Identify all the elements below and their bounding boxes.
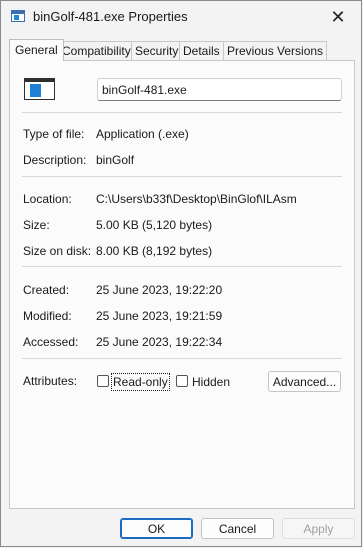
tab-previous-versions[interactable]: Previous Versions — [223, 41, 328, 60]
readonly-checkbox[interactable] — [97, 375, 109, 387]
window-title: binGolf-481.exe Properties — [33, 9, 188, 24]
separator — [22, 112, 342, 113]
location-label: Location: — [23, 192, 72, 206]
tab-general[interactable]: General — [9, 39, 64, 61]
description-value: binGolf — [96, 153, 135, 167]
advanced-button[interactable]: Advanced... — [268, 371, 341, 392]
close-icon[interactable]: ✕ — [315, 1, 361, 33]
size-on-disk-label: Size on disk: — [23, 244, 92, 258]
separator — [22, 266, 342, 267]
general-tab-panel: Type of file: Application (.exe) Descrip… — [9, 60, 355, 509]
hidden-checkbox[interactable] — [176, 375, 188, 387]
cancel-button[interactable]: Cancel — [201, 518, 274, 539]
tab-security[interactable]: Security — [131, 41, 183, 60]
separator — [22, 358, 342, 359]
created-value: 25 June 2023, 19:22:20 — [96, 283, 223, 297]
apply-button[interactable]: Apply — [282, 518, 355, 539]
ok-button[interactable]: OK — [120, 518, 193, 539]
size-label: Size: — [23, 218, 50, 232]
separator — [22, 176, 342, 177]
modified-label: Modified: — [23, 309, 72, 323]
attributes-label: Attributes: — [23, 374, 78, 388]
application-icon — [24, 78, 55, 100]
type-of-file-label: Type of file: — [23, 127, 85, 141]
location-value: C:\Users\b33f\Desktop\BinGlof\ILAsm — [96, 192, 297, 206]
hidden-label[interactable]: Hidden — [192, 375, 230, 389]
created-label: Created: — [23, 283, 70, 297]
title-bar: binGolf-481.exe Properties ✕ — [1, 1, 361, 33]
modified-value: 25 June 2023, 19:21:59 — [96, 309, 223, 323]
accessed-value: 25 June 2023, 19:22:34 — [96, 335, 223, 349]
window-app-icon — [11, 10, 25, 22]
readonly-label[interactable]: Read-only — [111, 373, 170, 391]
description-label: Description: — [23, 153, 87, 167]
tab-details[interactable]: Details — [179, 41, 224, 60]
filename-input[interactable] — [97, 78, 342, 101]
size-value: 5.00 KB (5,120 bytes) — [96, 218, 213, 232]
properties-window: binGolf-481.exe Properties ✕ General Com… — [0, 0, 362, 547]
size-on-disk-value: 8.00 KB (8,192 bytes) — [96, 244, 213, 258]
tab-compatibility[interactable]: Compatibility — [58, 41, 135, 60]
type-of-file-value: Application (.exe) — [96, 127, 189, 141]
accessed-label: Accessed: — [23, 335, 79, 349]
